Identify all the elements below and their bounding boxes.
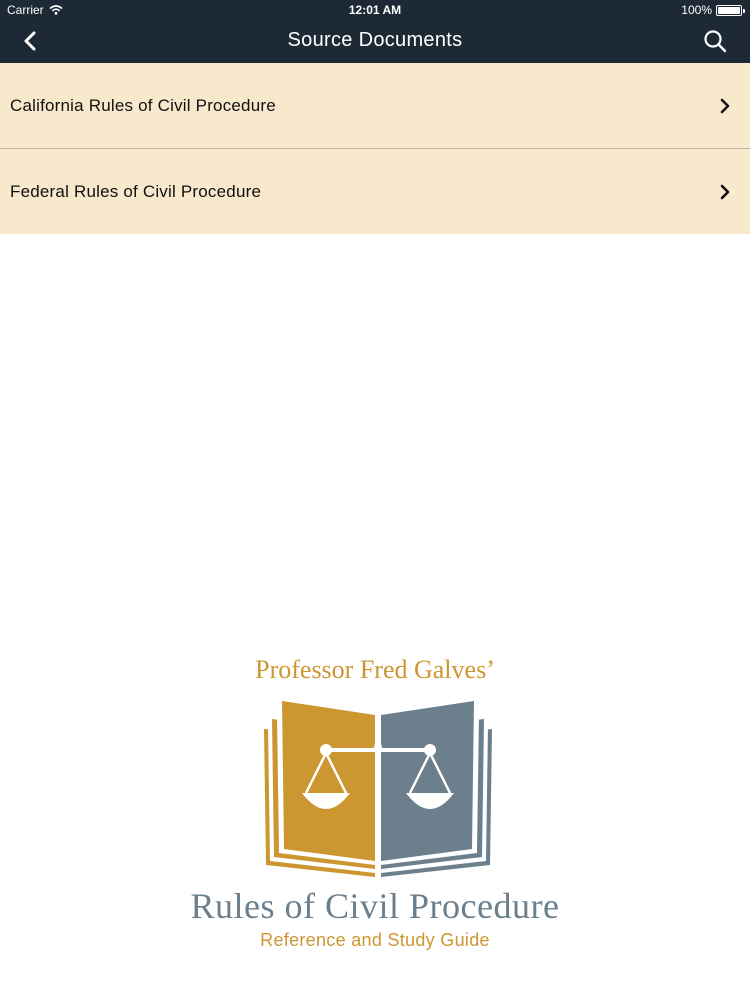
status-time: 12:01 AM (348, 3, 402, 17)
top-bar: Carrier 12:01 AM 100% Source Documents (0, 0, 750, 63)
logo-author: Professor Fred Galves’ (255, 655, 495, 684)
list-item-label: California Rules of Civil Procedure (10, 95, 276, 115)
page-title: Source Documents (287, 29, 463, 51)
search-icon (704, 30, 727, 53)
chevron-right-icon (720, 184, 730, 199)
book-scales-icon (264, 701, 492, 877)
logo-subtitle: Reference and Study Guide (260, 930, 490, 950)
search-button[interactable] (700, 26, 730, 56)
logo-title: Rules of Civil Procedure (190, 886, 560, 926)
battery-indicator: 100% (681, 3, 745, 17)
app-logo: Professor Fred Galves’ Rules of Civil Pr… (160, 655, 590, 955)
list-item-california-rules[interactable]: California Rules of Civil Procedure (0, 63, 750, 149)
battery-icon (716, 4, 745, 16)
chevron-right-icon (720, 98, 730, 113)
navigation-bar: Source Documents (0, 20, 750, 63)
list-item-label: Federal Rules of Civil Procedure (10, 181, 262, 201)
source-documents-list: California Rules of Civil Procedure Fede… (0, 63, 750, 234)
list-item-federal-rules[interactable]: Federal Rules of Civil Procedure (0, 149, 750, 234)
status-bar: Carrier 12:01 AM 100% (0, 0, 750, 20)
battery-label: 100% (681, 3, 712, 17)
